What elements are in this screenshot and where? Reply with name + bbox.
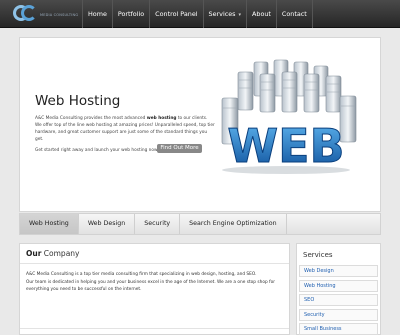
services-heading: Services	[303, 251, 333, 259]
company-description-line: Our team is dedicated in helping you and…	[26, 279, 275, 293]
divider	[20, 328, 289, 329]
tab-web-design[interactable]: Web Design	[79, 214, 136, 234]
service-link-small-business[interactable]: Small Business	[299, 323, 378, 335]
nav-item-home[interactable]: Home	[82, 0, 112, 28]
nav-item-label: Portfolio	[117, 10, 145, 18]
hero-description-text: A&C Media Consulting provides the most a…	[35, 116, 147, 121]
nav-item-label: Control Panel	[155, 10, 198, 18]
web-word-graphic: WEB	[227, 119, 344, 173]
services-list: Web Design Web Hosting SEO Security Smal…	[299, 265, 378, 335]
tab-web-hosting[interactable]: Web Hosting	[20, 214, 79, 234]
service-tabs: Web Hosting Web Design Security Search E…	[19, 213, 381, 235]
top-navbar: MEDIA CONSULTING Home Portfolio Control …	[0, 0, 400, 28]
hero-description-bold: web hosting	[146, 116, 177, 121]
service-link-seo[interactable]: SEO	[299, 294, 378, 306]
brand-logo[interactable]: MEDIA CONSULTING	[13, 4, 79, 24]
logo-tagline: MEDIA CONSULTING	[40, 13, 79, 17]
chevron-down-icon: ▾	[238, 12, 242, 18]
main-nav: Home Portfolio Control Panel Services ▾ A…	[82, 0, 313, 28]
nav-item-services[interactable]: Services ▾	[202, 0, 246, 28]
web-servers-illustration: WEB	[221, 59, 357, 174]
divider	[20, 263, 289, 264]
hero-description: A&C Media Consulting provides the most a…	[35, 115, 215, 143]
tab-seo[interactable]: Search Engine Optimization	[180, 214, 287, 234]
nav-item-about[interactable]: About	[246, 0, 276, 28]
our-company-panel: Our Company A&C Media Consulting is a to…	[19, 243, 290, 335]
company-description: A&C Media Consulting is a top tier media…	[26, 271, 288, 294]
company-description-line: A&C Media Consulting is a top tier media…	[26, 272, 257, 277]
find-out-more-button[interactable]: Find Out More	[157, 144, 202, 153]
company-heading: Our Company	[26, 249, 80, 258]
hero-title: Web Hosting	[35, 93, 121, 109]
nav-item-contact[interactable]: Contact	[275, 0, 313, 28]
service-link-web-hosting[interactable]: Web Hosting	[299, 279, 378, 292]
nav-item-portfolio[interactable]: Portfolio	[111, 0, 149, 28]
nav-item-label: About	[252, 10, 271, 18]
services-sidebar: Services Web Design Web Hosting SEO Secu…	[296, 243, 381, 335]
nav-item-label: Home	[88, 10, 107, 18]
nav-item-control-panel[interactable]: Control Panel	[149, 0, 202, 28]
hero-panel: Web Hosting A&C Media Consulting provide…	[19, 37, 381, 212]
company-heading-bold: Our	[26, 249, 42, 258]
logo-mark-icon	[13, 4, 37, 22]
service-link-security[interactable]: Security	[299, 308, 378, 321]
nav-item-label: Contact	[281, 10, 307, 18]
company-heading-rest: Company	[41, 249, 80, 258]
nav-item-label: Services	[208, 10, 236, 18]
tab-security[interactable]: Security	[135, 214, 181, 234]
hero-cta-text: Get started right away and launch your w…	[35, 148, 159, 153]
service-link-web-design[interactable]: Web Design	[299, 265, 378, 277]
